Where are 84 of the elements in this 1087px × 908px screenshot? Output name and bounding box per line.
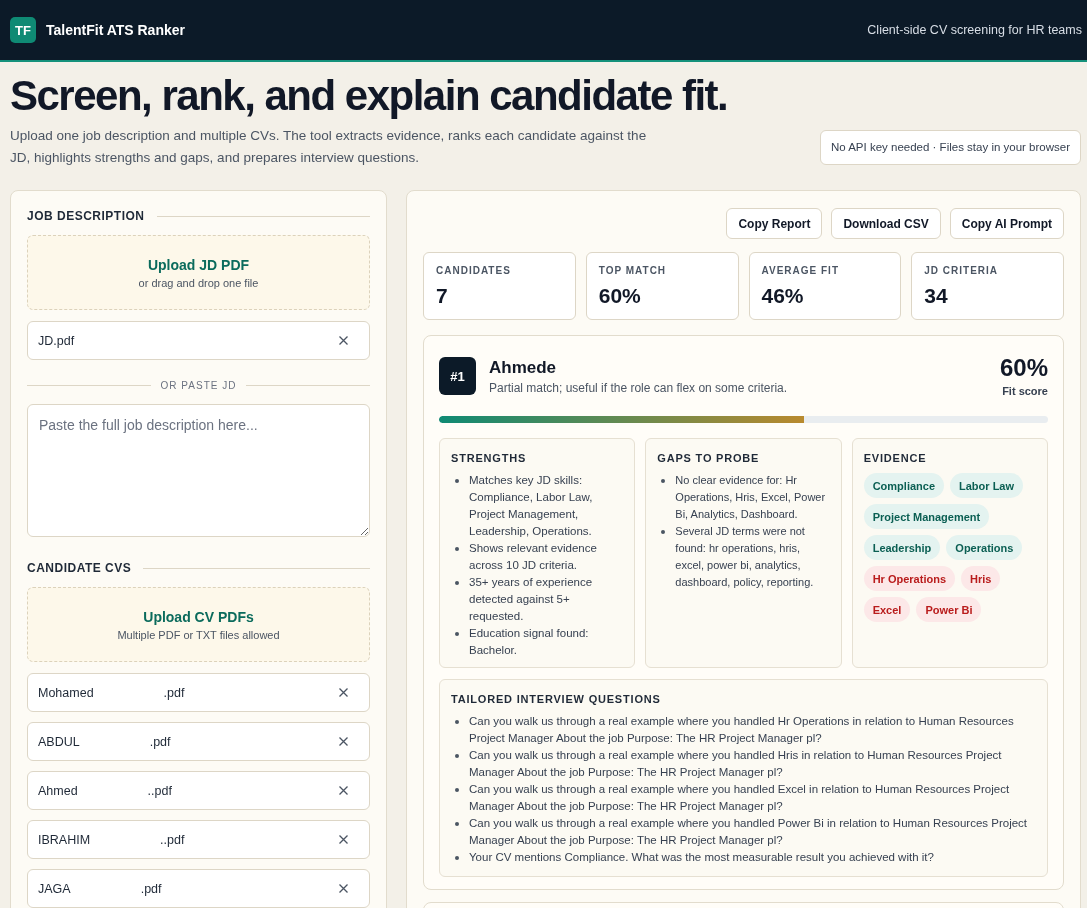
bullet-icon bbox=[455, 479, 459, 483]
evidence-tag: Hris bbox=[961, 566, 1001, 591]
rank-badge: #1 bbox=[439, 357, 476, 395]
bullet-icon bbox=[455, 720, 459, 724]
upload-dropzone[interactable]: Upload CV PDFs Multiple PDF or TXT files allowed bbox=[27, 587, 370, 662]
evidence-tag: Hr Operations bbox=[863, 566, 955, 591]
candidate-name: Ahmede bbox=[489, 357, 557, 378]
section-heading: CANDIDATE CVS bbox=[27, 561, 132, 575]
stat-value: 34 bbox=[924, 284, 948, 308]
app-title: TalentFit ATS Ranker bbox=[46, 22, 185, 38]
file-extension: .pdf bbox=[140, 881, 162, 896]
divider-label: OR PASTE JD bbox=[160, 379, 237, 391]
evidence-tag: Project Management bbox=[863, 504, 990, 529]
upload-title: Upload JD PDF bbox=[147, 256, 250, 273]
panel-heading: TAILORED INTERVIEW QUESTIONS bbox=[451, 693, 661, 706]
bullet-icon bbox=[455, 822, 459, 826]
close-icon bbox=[339, 835, 348, 844]
strength-item: 35+ years of experience detected against 5+ requested. bbox=[469, 575, 594, 624]
stat-label: CANDIDATES bbox=[436, 265, 511, 277]
file-extension: ..pdf bbox=[160, 832, 185, 847]
file-extension: .pdf bbox=[149, 734, 171, 749]
gap-item: Several JD terms were not found: hr operations, hris, excel, power bi, analytics, dashboard, policy, reporting. bbox=[675, 524, 815, 590]
interview-question: Can you walk us through a real example where you handled Hr Operations in relation to Human Resources Project Manager About the job Purpose: The HR Project Manager pl? bbox=[469, 714, 1015, 746]
stat-label: TOP MATCH bbox=[598, 265, 667, 277]
file-extension: ..pdf bbox=[147, 783, 172, 798]
interview-question: Your CV mentions Compliance. What was the most measurable result you achieved with it? bbox=[469, 850, 934, 865]
stat-label: JD CRITERIA bbox=[924, 265, 999, 277]
bullet-icon bbox=[455, 547, 459, 551]
close-icon bbox=[339, 336, 348, 345]
file-name: JD.pdf bbox=[38, 333, 75, 348]
stat-value: 46% bbox=[761, 284, 804, 308]
evidence-tag: Labor Law bbox=[950, 473, 1024, 498]
upload-title: Upload CV PDFs bbox=[143, 608, 254, 625]
stat-value: 7 bbox=[436, 284, 448, 308]
bullet-icon bbox=[455, 788, 459, 792]
close-icon bbox=[339, 688, 348, 697]
job-description-field[interactable]: Paste the full job description here... bbox=[27, 404, 370, 537]
bullet-icon bbox=[455, 754, 459, 758]
stat-value: 60% bbox=[598, 284, 641, 308]
privacy-note: No API key needed · Files stay in your browser bbox=[819, 129, 1081, 165]
close-icon bbox=[339, 884, 348, 893]
bullet-icon bbox=[455, 856, 459, 860]
app-tagline: Client-side CV screening for HR teams bbox=[867, 23, 1082, 37]
page-title: Screen, rank, and explain candidate fit. bbox=[10, 72, 729, 120]
section-heading: JOB DESCRIPTION bbox=[27, 209, 145, 223]
panel-heading: EVIDENCE bbox=[863, 452, 927, 465]
strength-item: Matches key JD skills: Compliance, Labor Law, Project Management, Leadership, Operations. bbox=[469, 473, 594, 539]
upload-hint: or drag and drop one file bbox=[138, 276, 259, 289]
file-name: Mohamed bbox=[38, 685, 94, 700]
close-icon bbox=[339, 737, 348, 746]
panel-heading: STRENGTHS bbox=[451, 452, 527, 465]
candidate-summary: Partial match; useful if the role can flex on some criteria. bbox=[489, 380, 788, 396]
gap-item: No clear evidence for: Hr Operations, Hris, Excel, Power Bi, Analytics, Dashboard. bbox=[675, 473, 827, 522]
interview-question: Can you walk us through a real example where you handled Excel in relation to Human Resources Project Manager About the job Purpose: The HR Project Manager pl? bbox=[469, 782, 1011, 814]
page-description: Upload one job description and multiple CVs. The tool extracts evidence, ranks each candidate against the JD, highlights strengths and gaps, and prepares interview questions. bbox=[10, 127, 648, 167]
strength-item: Education signal found: Bachelor. bbox=[469, 626, 590, 658]
action-button[interactable]: Download CSV bbox=[831, 208, 941, 239]
evidence-tag: Leadership bbox=[863, 535, 941, 560]
evidence-tag: Operations bbox=[946, 535, 1023, 560]
file-name: IBRAHIM bbox=[38, 832, 91, 847]
strength-item: Shows relevant evidence across 10 JD criteria. bbox=[469, 541, 598, 573]
action-button[interactable]: Copy AI Prompt bbox=[949, 208, 1064, 239]
bullet-icon bbox=[661, 530, 666, 534]
action-button[interactable]: Copy Report bbox=[726, 208, 823, 239]
bullet-icon bbox=[455, 581, 459, 585]
interview-question: Can you walk us through a real example where you handled Power Bi in relation to Human Resources Project Manager About the job Purpose: The HR Project Manager pl? bbox=[469, 816, 1029, 848]
evidence-tag: Compliance bbox=[863, 473, 944, 498]
interview-question: Can you walk us through a real example where you handled Hris in relation to Human Resources Project Manager About the job Purpose: The HR Project Manager pl? bbox=[469, 748, 1003, 780]
app-logo: TF bbox=[10, 17, 36, 43]
evidence-tag: Power Bi bbox=[916, 597, 982, 622]
upload-hint: Multiple PDF or TXT files allowed bbox=[117, 628, 280, 641]
file-name: JAGA bbox=[38, 881, 71, 896]
file-extension: .pdf bbox=[163, 685, 185, 700]
bullet-icon bbox=[661, 479, 666, 483]
file-name: ABDUL bbox=[38, 734, 80, 749]
fit-score: 60% bbox=[999, 354, 1048, 382]
fit-score-label: Fit score bbox=[1002, 385, 1048, 397]
evidence-tag: Excel bbox=[863, 597, 911, 622]
bullet-icon bbox=[455, 632, 459, 636]
close-icon bbox=[339, 786, 348, 795]
panel-heading: GAPS TO PROBE bbox=[657, 452, 760, 465]
upload-dropzone[interactable]: Upload JD PDF or drag and drop one file bbox=[27, 235, 370, 310]
file-name: Ahmed bbox=[38, 783, 78, 798]
stat-label: AVERAGE FIT bbox=[761, 265, 839, 277]
